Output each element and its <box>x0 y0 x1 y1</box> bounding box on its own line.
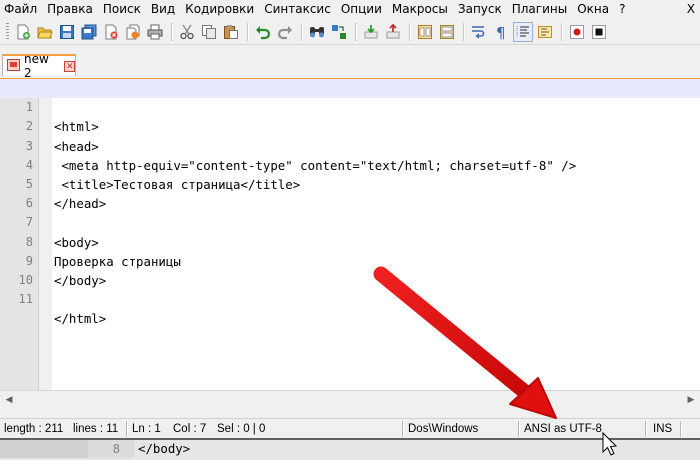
wrap-icon[interactable] <box>469 22 489 42</box>
menu-plugins[interactable]: Плагины <box>507 0 572 19</box>
menu-search[interactable]: Поиск <box>98 0 146 19</box>
toolbar-grip[interactable] <box>6 23 9 41</box>
menu-help[interactable]: ? <box>614 0 630 19</box>
status-col: Col : 7 <box>173 423 207 435</box>
tab-close-icon[interactable]: ✕ <box>64 60 75 72</box>
code-line[interactable]: 9 </body> <box>0 233 700 288</box>
stop-macro-icon[interactable] <box>589 22 609 42</box>
status-divider <box>680 421 682 437</box>
close-all-icon[interactable] <box>123 22 143 42</box>
editor-area[interactable]: 1 <html> 2 <head> 3 <meta http-equiv="co… <box>0 79 700 390</box>
toolbar-separator <box>171 23 173 41</box>
tab-bar: new 2 ✕ <box>0 50 700 80</box>
find-icon[interactable] <box>307 22 327 42</box>
copy-icon[interactable] <box>199 22 219 42</box>
status-divider <box>645 421 647 437</box>
menu-run[interactable]: Запуск <box>453 0 507 19</box>
code-line[interactable]: 2 <head> <box>0 98 700 153</box>
tab-new-2[interactable]: new 2 ✕ <box>2 52 76 80</box>
status-insert-mode: INS <box>653 423 673 435</box>
redo-icon[interactable] <box>275 22 295 42</box>
new-file-icon[interactable] <box>13 22 33 42</box>
paste-icon[interactable] <box>221 22 241 42</box>
status-ln: Ln : 1 <box>132 423 161 435</box>
code-line[interactable]: 7 <body> <box>0 194 700 249</box>
status-length: length : 211 <box>4 423 64 435</box>
save-icon[interactable] <box>57 22 77 42</box>
toolbar-separator <box>247 23 249 41</box>
scroll-right-icon[interactable]: ▶ <box>684 393 698 407</box>
undo-icon[interactable] <box>253 22 273 42</box>
cut-icon[interactable] <box>177 22 197 42</box>
code-line[interactable]: 1 <html> <box>0 79 700 134</box>
indent-guide-icon[interactable] <box>513 22 533 42</box>
sync-horizontal-icon[interactable] <box>437 22 457 42</box>
menu-language[interactable]: Синтаксис <box>259 0 336 19</box>
menu-settings[interactable]: Опции <box>336 0 387 19</box>
print-icon[interactable] <box>145 22 165 42</box>
code-line[interactable]: 8 Проверка страницы <box>0 213 700 269</box>
scroll-left-icon[interactable]: ◀ <box>2 393 16 407</box>
toolbar-separator <box>355 23 357 41</box>
code-line[interactable]: 11 </html> <box>0 271 700 326</box>
menu-encoding[interactable]: Кодировки <box>180 0 259 19</box>
close-icon[interactable] <box>101 22 121 42</box>
menu-file[interactable]: Файл <box>0 0 42 19</box>
menu-window[interactable]: Окна <box>572 0 614 19</box>
svg-text:¶: ¶ <box>496 24 506 40</box>
background-window: 8 </body> <box>0 438 700 460</box>
toolbar: ¶ <box>0 20 700 45</box>
toolbar-separator <box>301 23 303 41</box>
record-macro-icon[interactable] <box>567 22 587 42</box>
status-bar: length : 211 lines : 11 Ln : 1 Col : 7 S… <box>0 418 700 439</box>
menu-bar: Файл Правка Поиск Вид Кодировки Синтакси… <box>0 0 700 19</box>
line-text: </html> <box>54 311 107 327</box>
status-eol: Dos\Windows <box>408 423 479 435</box>
zoom-out-icon[interactable] <box>383 22 403 42</box>
toolbar-separator <box>561 23 563 41</box>
status-sel: Sel : 0 | 0 <box>217 423 266 435</box>
show-all-chars-icon[interactable]: ¶ <box>491 22 511 42</box>
status-lines: lines : 11 <box>73 423 119 435</box>
tab-label: new 2 <box>24 52 49 80</box>
horizontal-scrollbar[interactable]: ◀ ▶ <box>0 390 700 408</box>
close-document-button[interactable]: X <box>687 0 695 19</box>
code-line[interactable]: 4 <title>Тестовая страница</title> <box>0 137 700 192</box>
toolbar-separator <box>409 23 411 41</box>
line-number: 11 <box>18 292 33 307</box>
menu-macro[interactable]: Макросы <box>387 0 453 19</box>
save-all-icon[interactable] <box>79 22 99 42</box>
menu-view[interactable]: Вид <box>146 0 180 19</box>
background-line-number: 8 <box>112 442 120 456</box>
background-line-text: </body> <box>138 441 191 456</box>
code-line[interactable]: 5 </head> <box>0 156 700 211</box>
menu-edit[interactable]: Правка <box>42 0 98 19</box>
background-window-panel <box>0 440 88 458</box>
code-line[interactable]: 6 <box>0 175 700 210</box>
code-line[interactable]: 10 <box>0 252 700 287</box>
replace-icon[interactable] <box>329 22 349 42</box>
open-file-icon[interactable] <box>35 22 55 42</box>
status-encoding: ANSI as UTF-8 <box>524 423 602 435</box>
function-list-icon[interactable] <box>535 22 555 42</box>
unsaved-file-icon <box>7 58 20 74</box>
code-line[interactable]: 3 <meta http-equiv="content-type" conten… <box>0 117 700 173</box>
toolbar-separator <box>463 23 465 41</box>
sync-vertical-icon[interactable] <box>415 22 435 42</box>
zoom-in-icon[interactable] <box>361 22 381 42</box>
